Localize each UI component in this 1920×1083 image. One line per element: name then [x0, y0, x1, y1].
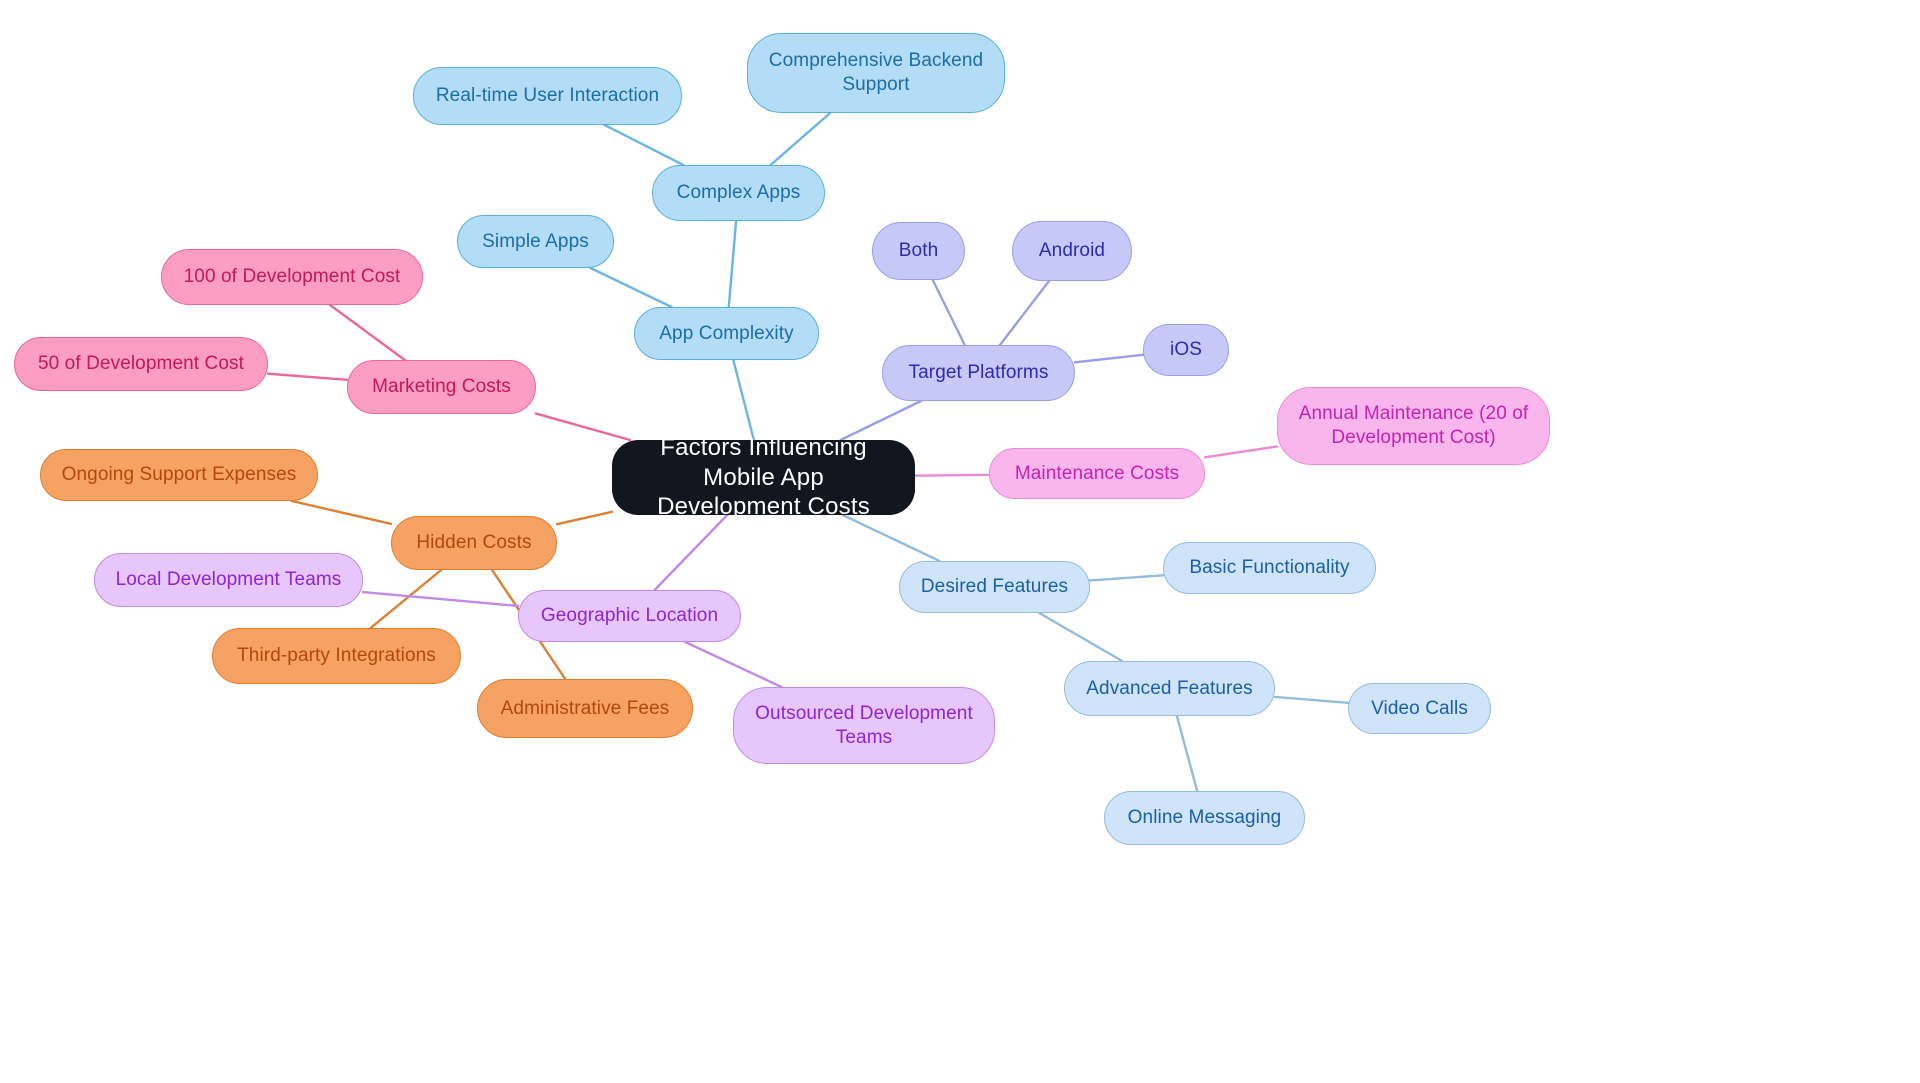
mindmap-edge-complex-to-backend — [769, 111, 832, 167]
mindmap-node-annual[interactable]: Annual Maintenance (20 of Development Co… — [1277, 387, 1550, 465]
mindmap-root-node[interactable]: Factors Influencing Mobile App Developme… — [612, 434, 915, 520]
mindmap-edge-root-to-hidden — [555, 510, 614, 526]
mindmap-node-appcx[interactable]: App Complexity — [634, 307, 819, 360]
mindmap-node-online[interactable]: Online Messaging — [1104, 791, 1305, 845]
mindmap-edge-root-to-appcx — [732, 358, 756, 442]
mindmap-edge-maintain-to-annual — [1203, 445, 1279, 459]
mindmap-node-ios[interactable]: iOS — [1143, 324, 1229, 376]
mindmap-node-adminfees[interactable]: Administrative Fees — [477, 679, 693, 738]
mindmap-node-video[interactable]: Video Calls — [1348, 683, 1491, 734]
mindmap-node-advanced[interactable]: Advanced Features — [1064, 661, 1275, 716]
mindmap-node-mk50[interactable]: 50 of Development Cost — [14, 337, 268, 391]
mindmap-node-platforms[interactable]: Target Platforms — [882, 345, 1075, 401]
mindmap-node-complex[interactable]: Complex Apps — [652, 165, 825, 221]
mindmap-edge-advanced-to-video — [1273, 695, 1350, 704]
mindmap-node-ongoing[interactable]: Ongoing Support Expenses — [40, 449, 318, 501]
mindmap-edge-platforms-to-both — [931, 278, 966, 347]
mindmap-node-backend[interactable]: Comprehensive Backend Support — [747, 33, 1005, 113]
mindmap-node-android[interactable]: Android — [1012, 221, 1132, 281]
mindmap-edge-advanced-to-online — [1175, 714, 1199, 793]
mindmap-node-desired[interactable]: Desired Features — [899, 561, 1090, 613]
mindmap-edge-root-to-geo — [653, 513, 729, 592]
mindmap-node-hidden[interactable]: Hidden Costs — [391, 516, 557, 570]
mindmap-node-geo[interactable]: Geographic Location — [518, 590, 741, 642]
mindmap-canvas: Factors Influencing Mobile App Developme… — [0, 0, 1920, 1083]
mindmap-edge-platforms-to-android — [998, 279, 1051, 347]
mindmap-edges — [266, 111, 1350, 793]
mindmap-node-outsource[interactable]: Outsourced Development Teams — [733, 687, 995, 764]
mindmap-edge-complex-to-realtime — [603, 123, 685, 167]
mindmap-edge-hidden-to-thirdparty — [369, 568, 443, 630]
mindmap-node-localteam[interactable]: Local Development Teams — [94, 553, 363, 607]
mindmap-node-basic[interactable]: Basic Functionality — [1163, 542, 1376, 594]
mindmap-edge-marketing-to-mk50 — [266, 372, 349, 381]
mindmap-edge-root-to-maintain — [913, 473, 991, 477]
mindmap-node-maintain[interactable]: Maintenance Costs — [989, 448, 1205, 499]
mindmap-node-thirdparty[interactable]: Third-party Integrations — [212, 628, 461, 684]
mindmap-node-simple[interactable]: Simple Apps — [457, 215, 614, 268]
mindmap-edge-marketing-to-mk100 — [328, 303, 407, 362]
mindmap-edge-appcx-to-complex — [727, 219, 738, 309]
mindmap-node-realtime[interactable]: Real-time User Interaction — [413, 67, 682, 125]
mindmap-edge-appcx-to-simple — [589, 266, 673, 309]
mindmap-node-marketing[interactable]: Marketing Costs — [347, 360, 536, 414]
mindmap-node-both[interactable]: Both — [872, 222, 965, 280]
mindmap-edge-desired-to-basic — [1088, 574, 1165, 582]
mindmap-edge-root-to-marketing — [534, 412, 632, 442]
mindmap-edge-platforms-to-ios — [1073, 353, 1145, 364]
mindmap-edge-desired-to-advanced — [1038, 611, 1124, 663]
mindmap-edge-geo-to-localteam — [361, 590, 520, 608]
mindmap-edge-hidden-to-ongoing — [290, 499, 393, 526]
mindmap-edge-geo-to-outsource — [683, 640, 783, 689]
mindmap-node-mk100[interactable]: 100 of Development Cost — [161, 249, 423, 305]
